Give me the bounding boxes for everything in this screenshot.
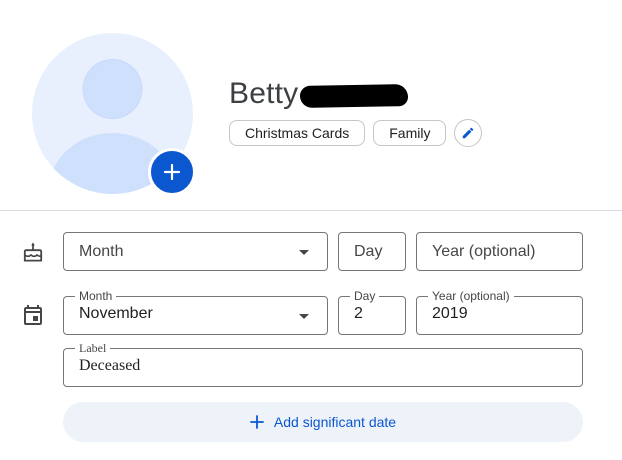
edit-labels-button[interactable]	[454, 119, 483, 147]
label-field-value: Deceased	[79, 357, 141, 374]
add-photo-button[interactable]	[148, 148, 196, 196]
label-chip-text: Christmas Cards	[245, 125, 350, 141]
first-name: Betty	[229, 77, 299, 110]
plus-icon	[249, 415, 264, 429]
significant-date-month-select[interactable]: Month November	[63, 290, 328, 335]
cake-icon	[23, 242, 43, 262]
redacted-last-name	[300, 84, 409, 108]
label-chip-text: Family	[389, 125, 431, 141]
calendar-icon	[24, 305, 42, 325]
month-placeholder: Month	[79, 242, 124, 260]
birthday-year-input[interactable]: Year (optional)	[416, 232, 583, 271]
add-significant-date-button[interactable]: Add significant date	[63, 402, 583, 442]
birthday-month-select[interactable]: Month	[63, 232, 328, 271]
significant-date-label-input[interactable]: Label Deceased	[63, 342, 583, 387]
add-significant-date-label: Add significant date	[273, 414, 397, 430]
significant-date-year-input[interactable]: Year (optional) 2019	[416, 290, 583, 335]
label-chip-family[interactable]: Family	[373, 120, 447, 146]
dropdown-arrow-icon	[299, 250, 309, 255]
label-chip-christmas-cards[interactable]: Christmas Cards	[229, 120, 366, 146]
label-field-label: Label	[75, 342, 111, 355]
month-value: November	[79, 305, 153, 322]
day-placeholder: Day	[354, 242, 383, 260]
contact-name: Betty	[229, 74, 409, 114]
day-value: 2	[354, 305, 363, 322]
year-label: Year (optional)	[428, 290, 514, 303]
month-label: Month	[75, 290, 117, 303]
dropdown-arrow-icon	[299, 314, 309, 319]
header-divider	[0, 210, 622, 211]
year-value: 2019	[432, 305, 468, 322]
plus-icon	[163, 163, 181, 181]
year-placeholder: Year (optional)	[432, 242, 536, 260]
birthday-day-input[interactable]: Day	[338, 232, 406, 271]
day-label: Day	[350, 290, 380, 303]
label-chips: Christmas Cards Family	[229, 119, 483, 147]
significant-date-day-input[interactable]: Day 2	[338, 290, 406, 335]
pencil-icon	[463, 127, 474, 139]
